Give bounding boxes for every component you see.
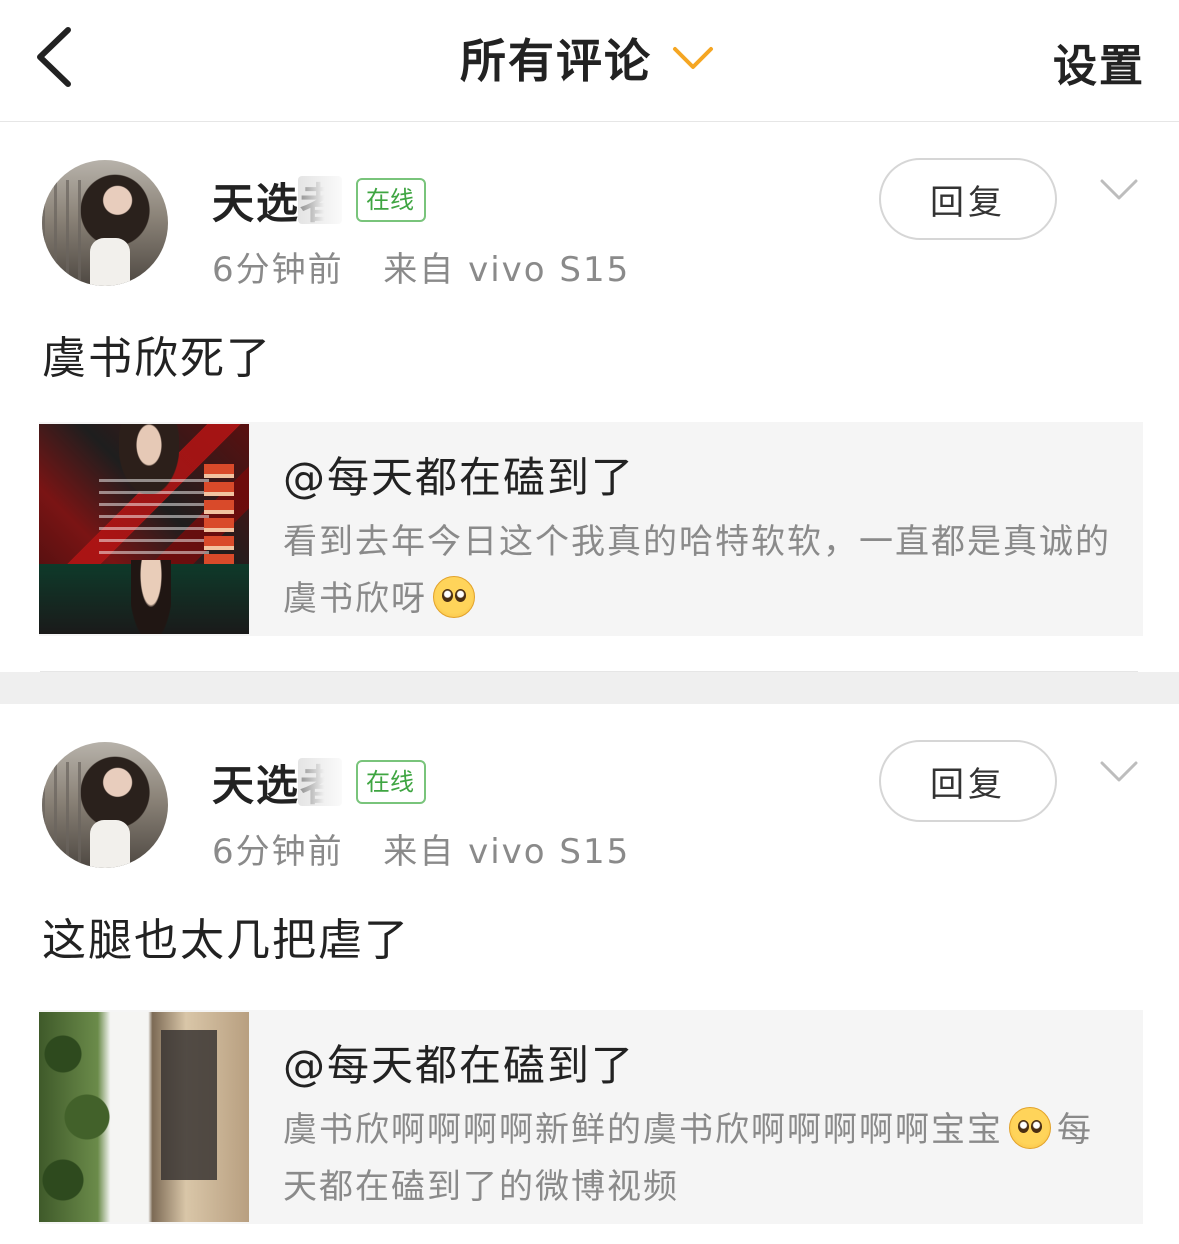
quoted-post-text: 看到去年今日这个我真的哈特软软，一直都是真诚的 虞书欣呀 (283, 514, 1113, 628)
quoted-text-line: 看到去年今日这个我真的哈特软软，一直都是真诚的 (283, 522, 1111, 562)
quoted-post-text: 虞书欣啊啊啊啊新鲜的虞书欣啊啊啊啊啊宝宝 每 天都在磕到了的微博视频 (283, 1102, 1113, 1216)
quoted-text-line: 天都在磕到了的微博视频 (283, 1167, 679, 1207)
comment-source: 来自 vivo S15 (383, 832, 631, 872)
quoted-post-thumbnail[interactable] (39, 424, 249, 634)
quoted-text-line: 虞书欣啊啊啊啊新鲜的虞书欣啊啊啊啊啊宝宝 每 (283, 1102, 1113, 1159)
top-bar: 所有评论 设置 (0, 0, 1179, 122)
comment-meta: 6分钟前 来自 vivo S15 (212, 242, 630, 291)
chevron-down-icon[interactable] (1100, 760, 1138, 784)
online-status-badge: 在线 (356, 760, 426, 804)
quoted-text-fragment: 虞书欣呀 (283, 579, 427, 619)
back-chevron-icon[interactable] (30, 26, 78, 88)
reply-button[interactable]: 回复 (879, 158, 1057, 240)
comment-filter-dropdown[interactable]: 所有评论 (460, 28, 714, 88)
comment-card: 天选者 在线 6分钟前 来自 vivo S15 回复 这腿也太几把虐了 @每天都… (0, 704, 1179, 1244)
comment-time: 6分钟前 (212, 832, 344, 872)
comment-card: 天选者 在线 6分钟前 来自 vivo S15 回复 虞书欣死了 @每天都在磕到… (0, 122, 1179, 672)
quoted-post-card[interactable]: @每天都在磕到了 虞书欣啊啊啊啊新鲜的虞书欣啊啊啊啊啊宝宝 每 天都在磕到了的微博… (39, 1010, 1143, 1224)
quoted-post-author[interactable]: @每天都在磕到了 (283, 444, 635, 505)
username-blur-mask (298, 758, 342, 806)
online-status-badge: 在线 (356, 178, 426, 222)
comment-meta: 6分钟前 来自 vivo S15 (212, 824, 630, 873)
chevron-down-icon (673, 47, 713, 69)
settings-button[interactable]: 设置 (1053, 30, 1145, 94)
section-divider (0, 672, 1179, 704)
quoted-text-fragment: 虞书欣啊啊啊啊新鲜的虞书欣啊啊啊啊啊宝宝 (283, 1110, 1003, 1150)
page-title: 所有评论 (460, 34, 652, 88)
reply-button[interactable]: 回复 (879, 740, 1057, 822)
quoted-post-card[interactable]: @每天都在磕到了 看到去年今日这个我真的哈特软软，一直都是真诚的 虞书欣呀 (39, 422, 1143, 636)
quoted-post-thumbnail[interactable] (39, 1012, 249, 1222)
quoted-text-line: 虞书欣呀 (283, 571, 1113, 628)
pleading-face-emoji-icon (1009, 1107, 1051, 1149)
pleading-face-emoji-icon (433, 576, 475, 618)
chevron-down-icon[interactable] (1100, 178, 1138, 202)
comment-source: 来自 vivo S15 (383, 250, 631, 290)
comment-text: 这腿也太几把虐了 (42, 915, 410, 966)
avatar[interactable] (42, 160, 168, 286)
avatar[interactable] (42, 742, 168, 868)
quoted-text-fragment: 每 (1057, 1110, 1093, 1150)
quoted-post-author[interactable]: @每天都在磕到了 (283, 1032, 635, 1093)
username-blur-mask (298, 176, 342, 224)
comment-text: 虞书欣死了 (42, 333, 272, 384)
comment-time: 6分钟前 (212, 250, 344, 290)
